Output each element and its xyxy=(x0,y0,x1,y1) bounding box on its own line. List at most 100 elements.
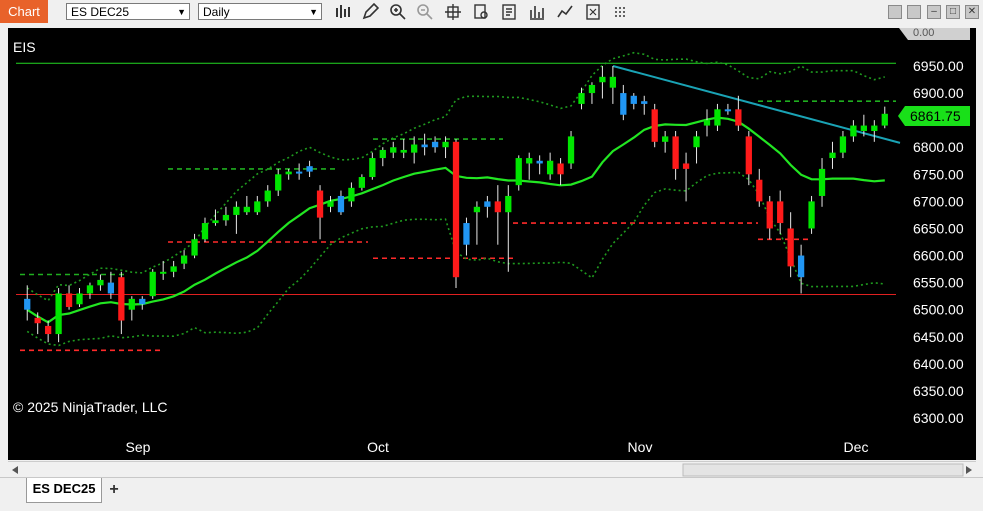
chart-toolbar: Chart ES DEC25 ▼ Daily ▼ – □ ✕ xyxy=(0,0,983,24)
candle-body xyxy=(787,228,794,267)
y-tick-label: 6300.00 xyxy=(913,410,964,426)
instrument-selector[interactable]: ES DEC25 ▼ xyxy=(66,3,190,20)
scroll-thumb xyxy=(682,463,964,477)
candle-body xyxy=(777,201,784,224)
close-icon[interactable]: ✕ xyxy=(965,5,979,19)
zoom-in-icon[interactable] xyxy=(389,3,407,21)
candle-body xyxy=(400,149,407,153)
data-box-icon[interactable] xyxy=(472,3,490,21)
candle-body xyxy=(45,325,52,335)
candle-body xyxy=(797,255,805,278)
crosshair-icon[interactable] xyxy=(444,3,462,21)
candle-body xyxy=(850,125,857,137)
templates-icon[interactable] xyxy=(584,3,602,21)
candle-body xyxy=(348,187,355,202)
price-top-marker xyxy=(899,28,970,40)
candle-body xyxy=(55,293,62,335)
price-chart[interactable]: 6950.006900.006850.006800.006750.006700.… xyxy=(8,27,976,460)
y-tick-label: 6900.00 xyxy=(913,85,964,101)
candle-body xyxy=(243,206,250,213)
candle-body xyxy=(693,136,700,148)
candle-body xyxy=(149,271,156,297)
candle-body xyxy=(526,158,533,164)
candle-body xyxy=(766,201,773,229)
candle-body xyxy=(515,158,522,186)
scroll-left-icon xyxy=(12,466,18,474)
candle-body xyxy=(76,293,83,305)
candle-body xyxy=(672,136,679,169)
candle-body xyxy=(358,177,366,188)
candle-body xyxy=(306,166,313,172)
candle-body xyxy=(546,160,554,175)
candle-body xyxy=(233,206,240,215)
tab-es-dec25[interactable]: ES DEC25 xyxy=(26,478,102,503)
candle-body xyxy=(735,109,742,126)
candle-body xyxy=(808,201,815,229)
pencil-draw-icon[interactable] xyxy=(361,3,379,21)
candle-body xyxy=(254,201,261,213)
x-tick-label: Oct xyxy=(367,439,389,455)
candle-body xyxy=(421,144,428,148)
y-tick-label: 6600.00 xyxy=(913,248,964,264)
y-tick-label: 6750.00 xyxy=(913,166,964,182)
y-tick-label: 6550.00 xyxy=(913,275,964,291)
candle-body xyxy=(327,201,334,207)
y-tick-label: 6650.00 xyxy=(913,220,964,236)
candle-body xyxy=(128,298,135,310)
candle-body xyxy=(860,125,867,131)
x-tick-label: Sep xyxy=(126,439,151,455)
candle-body xyxy=(170,266,177,272)
chevron-down-icon: ▼ xyxy=(177,7,186,17)
chart-panel[interactable]: 6950.006900.006850.006800.006750.006700.… xyxy=(8,27,976,460)
x-tick-label: Dec xyxy=(844,439,869,455)
candle-body xyxy=(536,160,543,164)
candle-body xyxy=(724,109,732,112)
bar-type-icon[interactable] xyxy=(334,3,352,21)
scrollbar-graphic xyxy=(12,463,972,477)
minimize-icon[interactable]: – xyxy=(927,5,941,19)
candle-body xyxy=(620,93,627,115)
candle-body xyxy=(379,149,386,159)
candle-body xyxy=(107,282,115,294)
properties-icon[interactable] xyxy=(500,3,518,21)
horizontal-scrollbar[interactable] xyxy=(8,461,976,478)
candle-body xyxy=(682,163,690,169)
y-tick-label: 6350.00 xyxy=(913,383,964,399)
indicators-icon[interactable] xyxy=(528,3,546,21)
candle-body xyxy=(839,136,847,153)
period-selector[interactable]: Daily ▼ xyxy=(198,3,322,20)
chart-menu-button[interactable]: Chart xyxy=(0,0,48,23)
candle-body xyxy=(191,239,198,256)
candle-body xyxy=(275,174,282,191)
candle-body xyxy=(494,201,501,213)
scroll-right-icon xyxy=(966,466,972,474)
candle-body xyxy=(285,171,292,175)
candle-body xyxy=(295,171,303,174)
candle-body xyxy=(431,141,439,148)
candle-body xyxy=(557,163,564,175)
candle-body xyxy=(756,179,763,202)
add-tab-icon[interactable]: + xyxy=(104,480,124,500)
candle-body xyxy=(24,298,31,310)
candle-body xyxy=(212,220,219,224)
maximize-icon[interactable]: □ xyxy=(946,5,960,19)
zoom-out-icon[interactable] xyxy=(416,3,434,21)
candle-body xyxy=(484,201,491,207)
candle-body xyxy=(411,144,418,153)
candle-body xyxy=(442,141,449,148)
strategies-icon[interactable] xyxy=(556,3,574,21)
candle-body xyxy=(871,125,878,131)
candle-body xyxy=(390,147,397,153)
candle-body xyxy=(139,298,146,305)
window-icon[interactable] xyxy=(907,5,921,19)
chevron-down-icon: ▼ xyxy=(309,7,318,17)
candle-body xyxy=(714,109,721,126)
candle-body xyxy=(369,158,376,178)
more-options-icon[interactable] xyxy=(612,3,630,21)
candle-body xyxy=(829,152,836,159)
candle-body xyxy=(222,214,230,221)
candle-body xyxy=(180,255,188,264)
candle-body xyxy=(630,95,637,104)
candle-body xyxy=(473,206,481,213)
window-icon[interactable] xyxy=(888,5,902,19)
